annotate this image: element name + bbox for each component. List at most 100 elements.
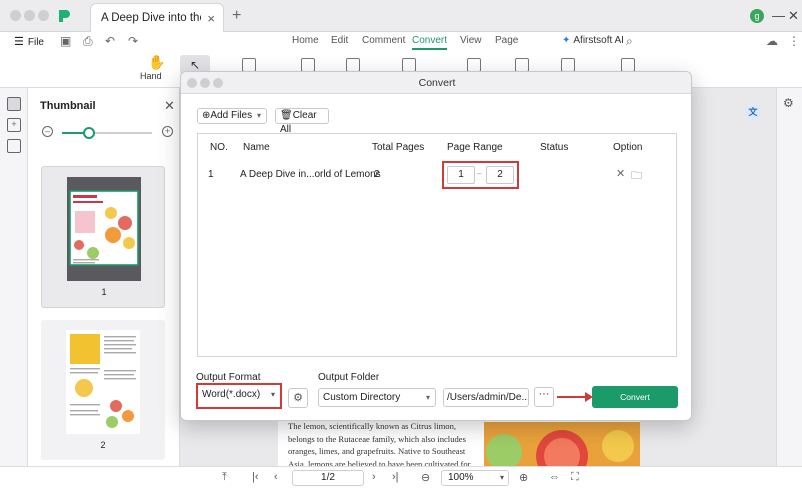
redo-icon[interactable]: ↷ bbox=[128, 34, 138, 48]
dialog-titlebar: Convert bbox=[181, 72, 691, 94]
convert-option-icon[interactable] bbox=[467, 58, 481, 72]
page-preview-icon bbox=[67, 177, 141, 281]
hand-tool-label: Hand bbox=[140, 71, 162, 81]
document-tab[interactable]: A Deep Dive into the Wor... × bbox=[90, 3, 224, 32]
fruit-photo bbox=[484, 422, 640, 466]
thumbnail-page[interactable]: 1 bbox=[41, 166, 165, 308]
close-tab-icon[interactable]: × bbox=[207, 11, 215, 26]
files-table: NO. Name Total Pages Page Range Status O… bbox=[197, 133, 677, 357]
convert-option-icon[interactable] bbox=[515, 58, 529, 72]
hand-icon: ✋ bbox=[148, 54, 166, 70]
zoom-out-icon[interactable]: – bbox=[42, 126, 53, 137]
column-header-option: Option bbox=[613, 142, 643, 153]
thumbnail-panel-icon[interactable] bbox=[7, 97, 21, 111]
close-panel-icon[interactable]: ✕ bbox=[164, 98, 175, 114]
ai-star-icon: ✦ bbox=[562, 35, 571, 46]
translate-icon[interactable]: 文 bbox=[744, 103, 762, 121]
ai-assistant-button[interactable]: ✦ Afirstsoft AI bbox=[562, 35, 624, 46]
convert-option-icon[interactable] bbox=[561, 58, 575, 72]
page-thumbnail-image bbox=[67, 177, 141, 281]
search-icon[interactable]: ⌕ bbox=[626, 34, 633, 49]
convert-option-icon[interactable] bbox=[621, 58, 635, 72]
document-paragraph: The lemon, scientifically known as Citru… bbox=[288, 421, 471, 469]
zoom-level-value: 100% bbox=[448, 472, 474, 483]
print-icon[interactable]: ⎙ bbox=[83, 34, 93, 49]
thumbnail-page[interactable]: 2 bbox=[41, 320, 165, 460]
add-files-button[interactable]: ⊕Add Files ▾ bbox=[197, 108, 267, 124]
browse-folder-button[interactable]: ··· bbox=[534, 387, 554, 407]
output-folder-select[interactable]: Custom Directory ▾ bbox=[318, 388, 436, 407]
more-vertical-icon[interactable]: ⋮ bbox=[788, 34, 800, 48]
convert-option-icon[interactable] bbox=[301, 58, 315, 72]
convert-option-icon[interactable] bbox=[242, 58, 256, 72]
add-files-label: Add Files bbox=[210, 110, 253, 121]
output-folder-value: Custom Directory bbox=[323, 392, 401, 403]
next-page-icon[interactable]: › bbox=[372, 471, 376, 483]
convert-button[interactable]: Convert bbox=[592, 386, 678, 408]
fit-page-icon[interactable]: ⛶ bbox=[571, 471, 579, 484]
zoom-out-icon[interactable]: ⊖ bbox=[421, 471, 430, 484]
file-menu-label: File bbox=[27, 37, 44, 48]
tab-convert[interactable]: Convert bbox=[412, 35, 448, 50]
remove-file-icon[interactable]: ✕ bbox=[616, 167, 625, 180]
convert-option-icon[interactable] bbox=[402, 58, 416, 72]
column-header-name: Name bbox=[243, 142, 270, 153]
slider-handle[interactable] bbox=[83, 127, 95, 139]
thumbnail-page-number: 2 bbox=[100, 440, 106, 450]
convert-dialog: Convert ⊕Add Files ▾ 🗑Clear All NO. Name… bbox=[180, 71, 692, 421]
last-page-icon[interactable]: ›| bbox=[392, 471, 399, 483]
chevron-down-icon: ▾ bbox=[499, 473, 504, 482]
convert-option-icon[interactable] bbox=[346, 58, 360, 72]
new-tab-button[interactable]: + bbox=[232, 7, 241, 25]
zoom-in-icon[interactable]: + bbox=[162, 126, 173, 137]
zoom-in-icon[interactable]: ⊕ bbox=[519, 471, 528, 484]
fit-width-icon[interactable]: ⇔ bbox=[549, 471, 560, 483]
left-rail: + bbox=[0, 88, 28, 466]
properties-panel-icon[interactable]: ⚙ bbox=[783, 96, 794, 110]
comment-icon[interactable] bbox=[7, 139, 21, 153]
dialog-title: Convert bbox=[418, 77, 456, 89]
tab-home[interactable]: Home bbox=[292, 35, 319, 46]
page-range-highlight: 1 – 2 bbox=[442, 161, 519, 189]
zoom-level-select[interactable]: 100% ▾ bbox=[441, 470, 509, 486]
output-folder-label: Output Folder bbox=[318, 372, 380, 383]
save-icon[interactable]: ▣ bbox=[60, 34, 71, 48]
output-format-select[interactable]: Word(*.docx) ▾ bbox=[200, 388, 278, 404]
user-avatar[interactable]: g bbox=[750, 9, 764, 23]
arrow-right-icon bbox=[557, 392, 593, 402]
tab-edit[interactable]: Edit bbox=[331, 35, 348, 46]
thumbnail-zoom-slider[interactable] bbox=[62, 127, 152, 139]
first-page-icon[interactable]: ⤒ bbox=[222, 471, 227, 484]
tab-comment[interactable]: Comment bbox=[362, 35, 405, 46]
previous-page-icon[interactable]: ‹ bbox=[274, 471, 278, 483]
cloud-upload-icon[interactable]: ☁ bbox=[766, 34, 778, 48]
page-number-input[interactable]: 1/2 bbox=[292, 470, 364, 486]
page-thumbnail-image bbox=[66, 330, 140, 434]
clear-all-button[interactable]: 🗑Clear All bbox=[275, 108, 329, 135]
close-window-button[interactable] bbox=[10, 10, 21, 21]
output-format-label: Output Format bbox=[196, 372, 261, 383]
bookmark-icon[interactable]: + bbox=[7, 118, 21, 132]
range-from-input[interactable]: 1 bbox=[447, 166, 475, 184]
range-to-input[interactable]: 2 bbox=[486, 166, 514, 184]
folder-path-input[interactable]: /Users/admin/De... bbox=[443, 388, 529, 407]
chevron-down-icon: ▾ bbox=[425, 393, 430, 402]
close-icon[interactable]: ✕ bbox=[788, 8, 799, 24]
folder-icon[interactable]: 🗀 bbox=[631, 167, 642, 186]
column-header-status: Status bbox=[540, 142, 569, 153]
row-file-name: A Deep Dive in...orld of Lemons bbox=[240, 169, 381, 180]
zoom-window-button[interactable] bbox=[38, 10, 49, 21]
tab-view[interactable]: View bbox=[460, 35, 482, 46]
hand-tool-button[interactable]: ✋ Hand bbox=[140, 54, 174, 81]
minimize-icon[interactable]: — bbox=[772, 8, 785, 23]
jump-first-icon[interactable]: |‹ bbox=[252, 471, 259, 483]
output-format-highlight: Word(*.docx) ▾ bbox=[196, 383, 282, 409]
format-settings-button[interactable]: ⚙ bbox=[288, 388, 308, 408]
file-menu[interactable]: ☰ File bbox=[14, 35, 44, 48]
output-format-value: Word(*.docx) bbox=[202, 389, 261, 400]
ai-assistant-label: Afirstsoft AI bbox=[573, 35, 624, 46]
thumbnail-panel-title: Thumbnail bbox=[40, 100, 96, 112]
undo-icon[interactable]: ↶ bbox=[105, 34, 115, 48]
tab-page[interactable]: Page bbox=[495, 35, 518, 46]
minimize-window-button[interactable] bbox=[24, 10, 35, 21]
